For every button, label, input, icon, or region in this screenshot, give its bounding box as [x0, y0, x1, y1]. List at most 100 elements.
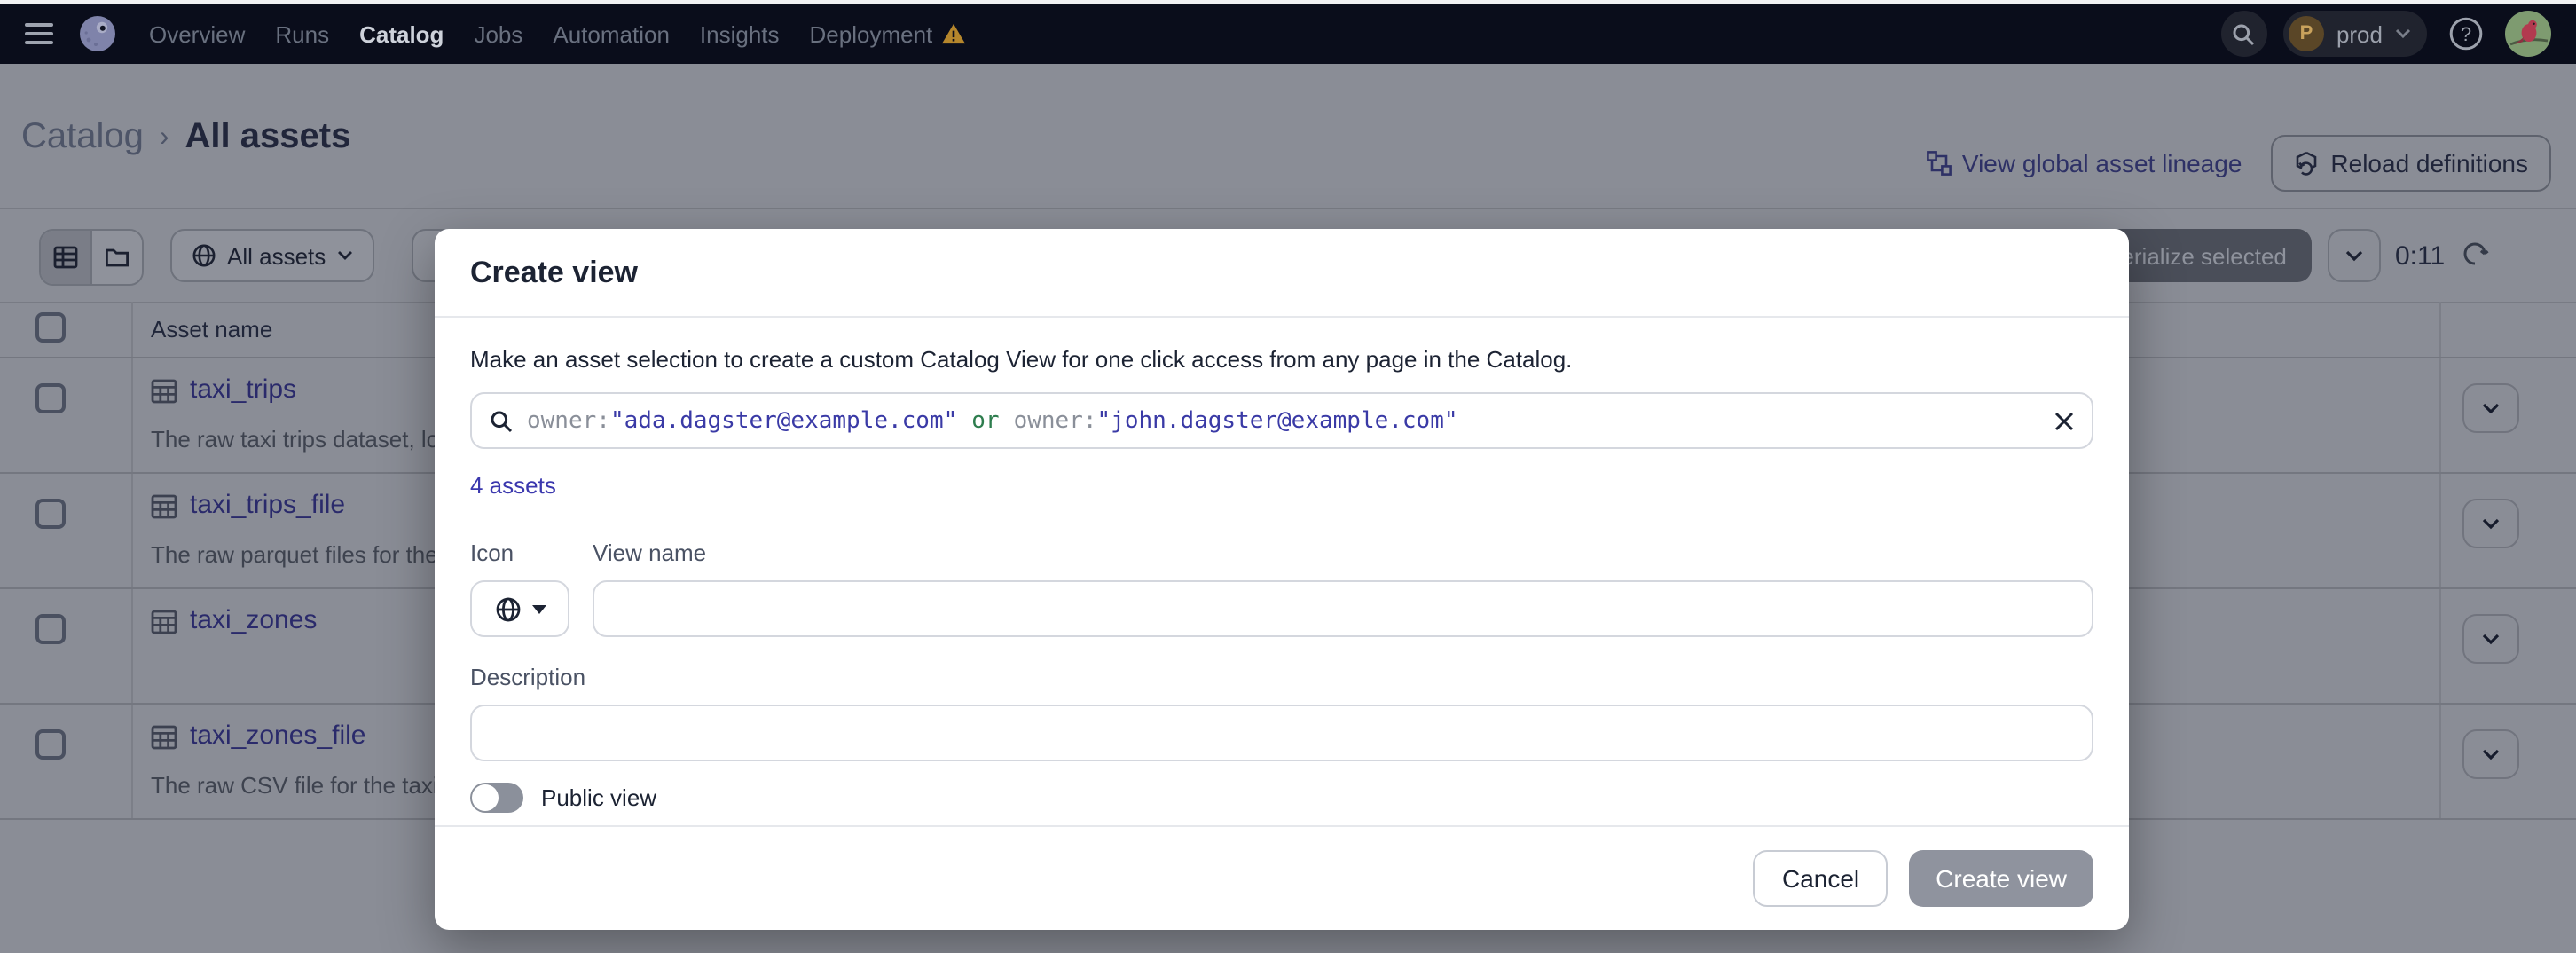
- row-checkbox[interactable]: [35, 499, 66, 529]
- icon-field-label: Icon: [470, 540, 569, 566]
- chevron-down-icon: [2482, 748, 2500, 760]
- nav-item-automation[interactable]: Automation: [553, 20, 670, 47]
- row-expand-button[interactable]: [2462, 499, 2519, 548]
- view-mode-segmented-control: [39, 229, 144, 286]
- refresh-button[interactable]: [2461, 240, 2489, 277]
- svg-text:?: ?: [2461, 23, 2471, 45]
- description-input[interactable]: [470, 705, 2093, 761]
- asset-name-link[interactable]: taxi_trips: [190, 374, 296, 405]
- chevron-down-icon: [2482, 633, 2500, 645]
- asset-filter-dropdown[interactable]: All assets: [170, 229, 373, 282]
- list-view-toggle[interactable]: [41, 231, 90, 284]
- refresh-timer: 0:11: [2395, 241, 2445, 272]
- query-token: or: [971, 407, 999, 434]
- folder-view-toggle[interactable]: [90, 231, 142, 284]
- row-expand-button[interactable]: [2462, 614, 2519, 664]
- matching-assets-link[interactable]: 4 assets: [470, 472, 556, 499]
- caret-down-icon: [531, 604, 546, 613]
- nav-item-runs[interactable]: Runs: [275, 20, 329, 47]
- create-view-button[interactable]: Create view: [1909, 850, 2093, 907]
- icon-field: Icon: [470, 540, 569, 637]
- cancel-button[interactable]: Cancel: [1754, 850, 1888, 907]
- app-window: Overview Runs Catalog Jobs Automation In…: [0, 0, 2576, 953]
- asset-description: The raw CSV file for the taxi: [151, 772, 438, 799]
- page-header: Catalog › All assets View global asset l…: [0, 64, 2576, 209]
- clear-query-button[interactable]: [2054, 411, 2074, 430]
- public-view-label: Public view: [541, 784, 656, 811]
- menu-icon[interactable]: [25, 23, 53, 44]
- dagster-logo-icon[interactable]: [78, 14, 117, 53]
- warning-icon: [941, 23, 964, 44]
- view-name-input[interactable]: [593, 580, 2093, 637]
- search-button[interactable]: [2221, 11, 2267, 57]
- view-global-asset-lineage-label: View global asset lineage: [1962, 149, 2242, 177]
- help-button[interactable]: ?: [2443, 11, 2489, 57]
- row-expand-button[interactable]: [2462, 383, 2519, 433]
- row-expand-button[interactable]: [2462, 729, 2519, 779]
- row-checkbox[interactable]: [35, 729, 66, 760]
- page-title: All assets: [185, 117, 351, 158]
- table-view-icon: [53, 245, 78, 270]
- asset-selection-input[interactable]: owner:"ada.dagster@example.com"orowner:"…: [470, 392, 2093, 449]
- dialog-title: Create view: [435, 229, 2129, 318]
- globe-icon: [494, 595, 521, 622]
- table-asset-icon: [151, 724, 177, 751]
- nav-item-deployment-label: Deployment: [810, 20, 933, 47]
- table-asset-icon: [151, 609, 177, 635]
- view-global-asset-lineage-link[interactable]: View global asset lineage: [1927, 149, 2242, 177]
- chevron-down-icon: [336, 250, 352, 261]
- public-view-toggle[interactable]: [470, 783, 523, 813]
- reload-icon: [2293, 151, 2318, 176]
- table-asset-icon: [151, 378, 177, 405]
- query-token: "john.dagster@example.com": [1097, 407, 1458, 434]
- nav-items: Overview Runs Catalog Jobs Automation In…: [149, 20, 964, 47]
- description-field: Description: [470, 664, 2093, 761]
- nav-item-overview[interactable]: Overview: [149, 20, 245, 47]
- nav-right: P prod ?: [2221, 11, 2551, 57]
- select-all-checkbox[interactable]: [35, 312, 66, 343]
- asset-description: The raw taxi trips dataset, lo: [151, 426, 439, 453]
- top-navbar: Overview Runs Catalog Jobs Automation In…: [0, 4, 2576, 64]
- dialog-description: Make an asset selection to create a cust…: [470, 346, 2093, 373]
- row-checkbox[interactable]: [35, 383, 66, 413]
- search-icon: [490, 409, 513, 432]
- refresh-icon: [2461, 240, 2489, 268]
- view-name-label: View name: [593, 540, 2093, 566]
- icon-picker-dropdown[interactable]: [470, 580, 569, 637]
- asset-name-link[interactable]: taxi_trips_file: [190, 490, 345, 520]
- asset-selection-query: owner:"ada.dagster@example.com"orowner:"…: [527, 407, 1458, 434]
- reload-definitions-button[interactable]: Reload definitions: [2270, 135, 2551, 192]
- header-actions: View global asset lineage Reload definit…: [1927, 135, 2551, 192]
- query-token: owner:: [1014, 407, 1097, 434]
- asset-name-link[interactable]: taxi_zones: [190, 605, 317, 635]
- folder-icon: [105, 245, 130, 270]
- public-view-row: Public view: [470, 783, 2093, 813]
- nav-item-deployment[interactable]: Deployment: [810, 20, 965, 47]
- row-checkbox[interactable]: [35, 614, 66, 644]
- environment-switcher[interactable]: P prod: [2283, 11, 2427, 57]
- nav-item-insights[interactable]: Insights: [700, 20, 780, 47]
- asset-filter-label: All assets: [227, 242, 326, 269]
- reload-definitions-label: Reload definitions: [2330, 149, 2528, 177]
- materialize-options-button[interactable]: [2328, 229, 2381, 282]
- globe-icon: [192, 243, 216, 268]
- chevron-down-icon: [2345, 249, 2363, 262]
- environment-badge: P: [2289, 16, 2324, 51]
- create-view-dialog: Create view Make an asset selection to c…: [435, 229, 2129, 930]
- description-label: Description: [470, 664, 2093, 690]
- table-asset-icon: [151, 493, 177, 520]
- query-token: "ada.dagster@example.com": [610, 407, 957, 434]
- asset-description: The raw parquet files for the: [151, 541, 438, 568]
- toggle-knob: [472, 784, 499, 811]
- column-header-asset-name: Asset name: [151, 316, 272, 343]
- view-name-field: View name: [593, 540, 2093, 637]
- chevron-down-icon: [2395, 28, 2411, 39]
- search-icon: [2233, 22, 2256, 45]
- nav-item-jobs[interactable]: Jobs: [474, 20, 522, 47]
- user-avatar[interactable]: [2505, 11, 2551, 57]
- nav-item-catalog[interactable]: Catalog: [359, 20, 444, 47]
- breadcrumb-catalog[interactable]: Catalog: [21, 117, 144, 158]
- close-icon: [2054, 411, 2074, 430]
- asset-name-link[interactable]: taxi_zones_file: [190, 721, 365, 751]
- help-icon: ?: [2446, 14, 2486, 53]
